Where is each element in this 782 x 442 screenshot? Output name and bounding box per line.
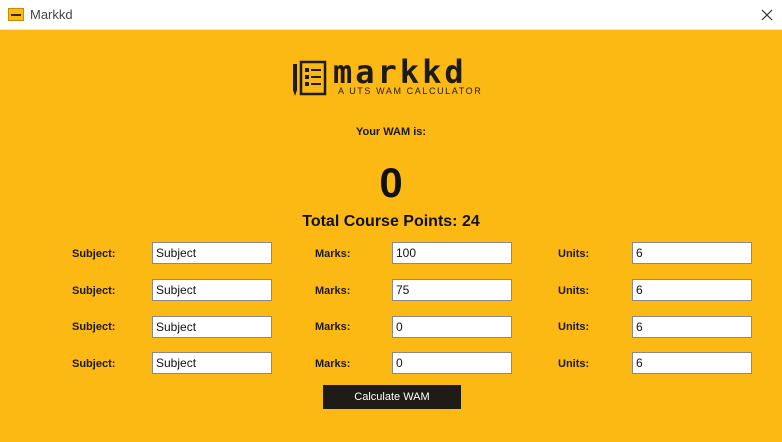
- total-points-label: Total Course Points:: [302, 213, 458, 230]
- total-course-points: Total Course Points: 24: [0, 213, 782, 231]
- units-label: Units:: [558, 358, 590, 370]
- marks-label: Marks:: [315, 285, 351, 297]
- marks-label: Marks:: [315, 358, 351, 370]
- units-label: Units:: [558, 321, 590, 333]
- marks-label: Marks:: [315, 321, 351, 333]
- marks-input[interactable]: 0: [392, 352, 512, 374]
- calculate-wam-button[interactable]: Calculate WAM: [323, 385, 461, 409]
- units-label: Units:: [558, 285, 590, 297]
- marks-input[interactable]: 100: [392, 242, 512, 264]
- close-button[interactable]: [752, 0, 782, 30]
- units-label: Units:: [558, 248, 590, 260]
- wam-value: 0: [379, 159, 403, 206]
- app-icon: [8, 8, 24, 21]
- subject-input[interactable]: Subject: [152, 316, 272, 338]
- subject-label: Subject:: [72, 358, 116, 370]
- title-bar: Markkd: [0, 0, 782, 30]
- subject-label: Subject:: [72, 248, 116, 260]
- subject-label: Subject:: [72, 285, 116, 297]
- subject-input[interactable]: Subject: [152, 279, 272, 301]
- marks-label: Marks:: [315, 248, 351, 260]
- subject-label: Subject:: [72, 321, 116, 333]
- marks-input[interactable]: 75: [392, 279, 512, 301]
- units-input[interactable]: 6: [632, 242, 752, 264]
- notepad-pencil-icon: [293, 60, 327, 96]
- wam-label: Your WAM is:: [355, 126, 427, 138]
- subject-input[interactable]: Subject: [152, 352, 272, 374]
- window-title: Markkd: [30, 7, 73, 22]
- marks-input[interactable]: 0: [392, 316, 512, 338]
- total-points-value: 24: [461, 213, 480, 230]
- subject-input[interactable]: Subject: [152, 242, 272, 264]
- units-input[interactable]: 6: [632, 279, 752, 301]
- units-input[interactable]: 6: [632, 352, 752, 374]
- app-window: Markkd markkd A UTS WAM CALCULATOR Your …: [0, 0, 782, 442]
- units-input[interactable]: 6: [632, 316, 752, 338]
- close-icon: [761, 9, 773, 21]
- brand-tagline: A UTS WAM CALCULATOR: [338, 86, 483, 96]
- logo: markkd A UTS WAM CALCULATOR: [293, 53, 493, 100]
